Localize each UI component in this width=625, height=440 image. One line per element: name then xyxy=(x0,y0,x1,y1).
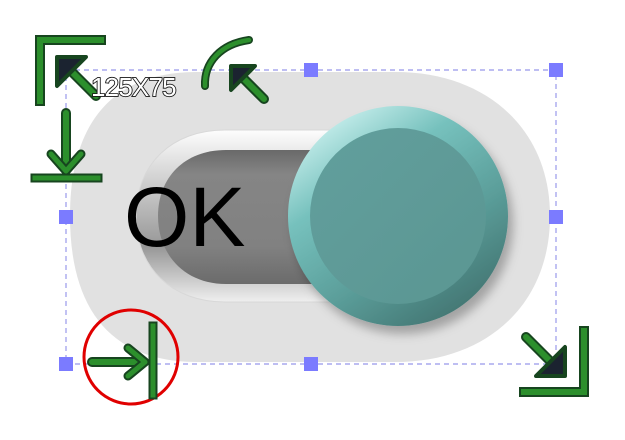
toggle-state-label: OK xyxy=(124,170,245,264)
resize-handle-middle-left[interactable] xyxy=(59,210,73,224)
resize-bottom-right-icon[interactable] xyxy=(519,326,589,397)
toggle-switch-widget[interactable]: OK xyxy=(70,72,550,362)
resize-handle-middle-right[interactable] xyxy=(549,210,563,224)
resize-handle-top-middle[interactable] xyxy=(304,63,318,77)
resize-handle-top-right[interactable] xyxy=(549,63,563,77)
resize-handle-top-left[interactable] xyxy=(59,357,73,371)
widget-size-label: 125X75 xyxy=(91,72,176,102)
widget-editor-canvas: OK 125X75 xyxy=(0,0,625,440)
toggle-knob[interactable] xyxy=(288,106,508,326)
resize-handle-bottom-middle[interactable] xyxy=(304,357,318,371)
editor-svg: OK 125X75 xyxy=(30,35,589,406)
